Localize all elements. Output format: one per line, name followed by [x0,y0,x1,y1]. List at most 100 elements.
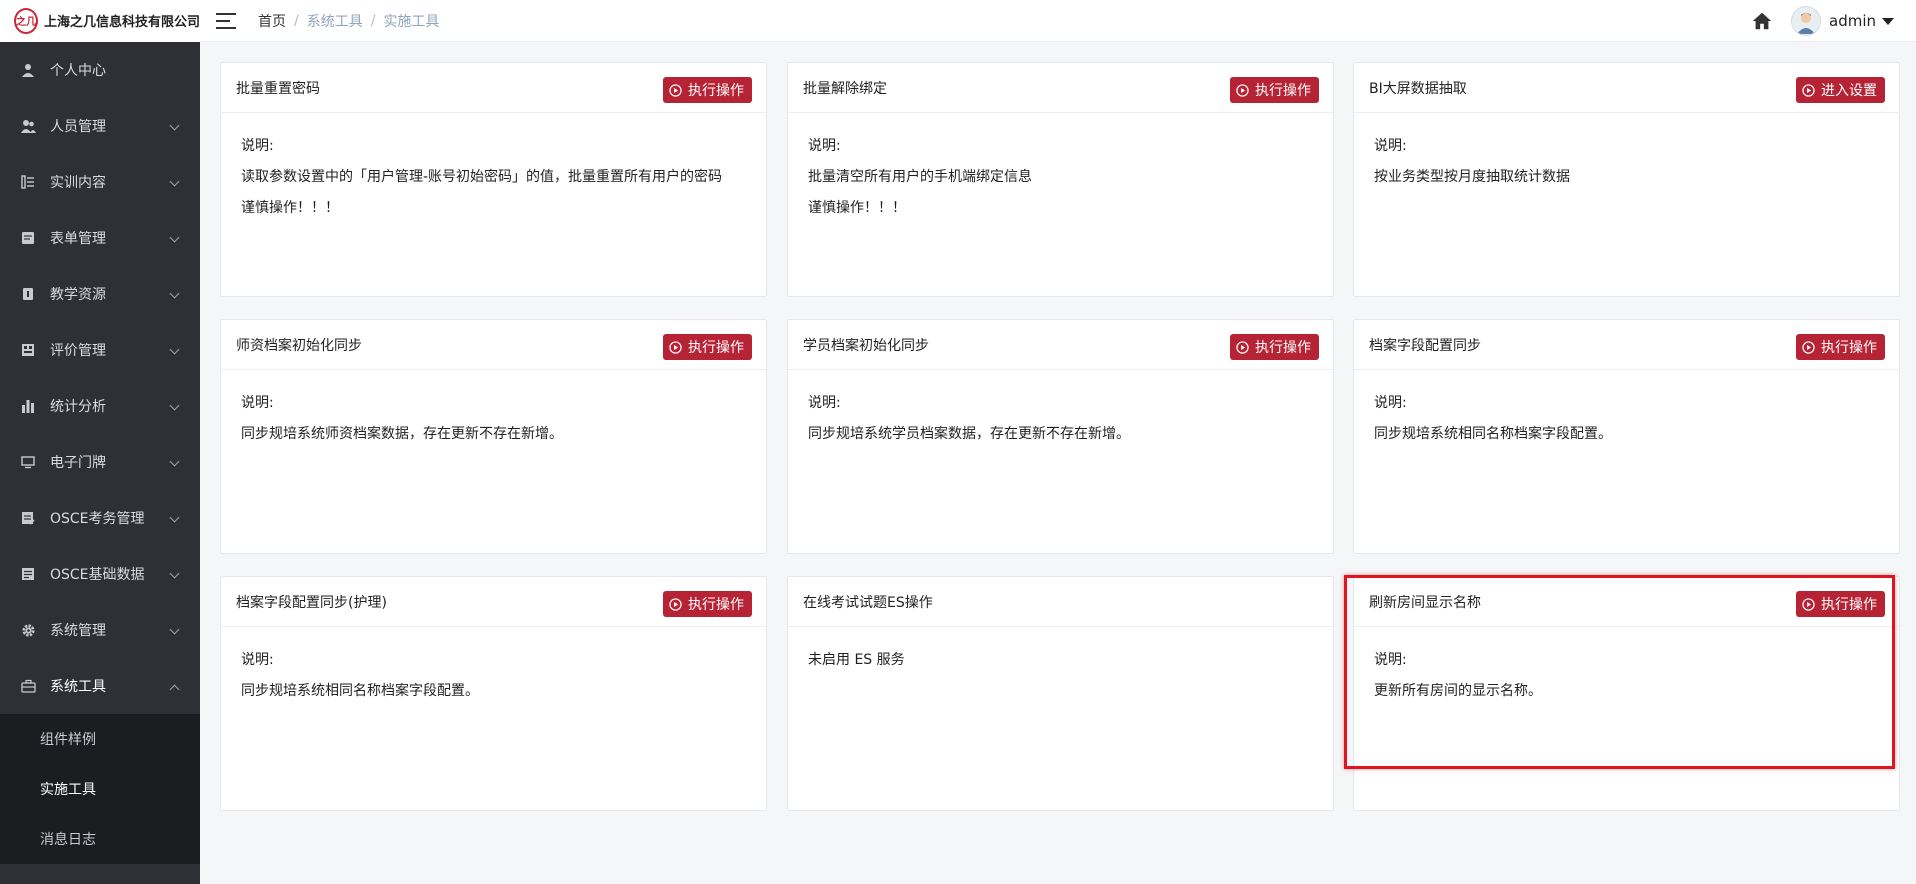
settings-button[interactable]: 进入设置 [1796,77,1885,103]
card-line: 谨慎操作！！！ [808,200,906,216]
card-line: 同步规培系统相同名称档案字段配置。 [1374,426,1612,442]
system-tools-submenu: 组件样例 实施工具 消息日志 [0,714,200,864]
card-body: 说明: 按业务类型按月度抽取统计数据 [1354,113,1899,193]
sidebar-item-label: OSCE基础数据 [50,567,145,583]
sidebar-item-label: 表单管理 [50,231,106,247]
sidebar-item-forms[interactable]: 表单管理 [0,210,200,266]
card-line: 说明: [808,138,841,154]
sidebar-item-system-tools[interactable]: 系统工具 [0,658,200,714]
logo-mark: 之几 [14,7,38,34]
card-title: 档案字段配置同步(护理) [236,594,387,611]
submenu-item-component-samples[interactable]: 组件样例 [0,714,200,764]
button-label: 执行操作 [688,340,744,356]
card-line: 同步规培系统师资档案数据，存在更新不存在新增。 [241,426,563,442]
chevron-down-icon [169,400,180,411]
play-circle-icon [1236,83,1249,97]
exam-icon [20,510,36,526]
execute-button[interactable]: 执行操作 [1796,591,1885,617]
logo[interactable]: 之几 上海之几信息科技有限公司 [0,0,200,42]
card-header: 批量重置密码 执行操作 [221,63,766,113]
sidebar-item-resources[interactable]: 教学资源 [0,266,200,322]
sidebar-item-label: 个人中心 [50,63,106,79]
execute-button[interactable]: 执行操作 [1230,77,1319,103]
user-icon [20,62,36,78]
card-exam-es-operation: 在线考试试题ES操作 未启用 ES 服务 [787,576,1334,811]
chevron-down-icon [169,120,180,131]
sidebar-item-training[interactable]: 实训内容 [0,154,200,210]
card-line: 批量清空所有用户的手机端绑定信息 [808,169,1032,185]
top-header: 之几 上海之几信息科技有限公司 首页 / 系统工具 / 实施工具 admin [0,0,1916,42]
avatar[interactable] [1791,6,1821,36]
play-circle-icon [1802,340,1815,354]
card-title: 刷新房间显示名称 [1369,594,1481,611]
card-header: 刷新房间显示名称 执行操作 [1354,577,1899,627]
card-line: 说明: [241,652,274,668]
main-content: 批量重置密码 执行操作 说明: 读取参数设置中的「用户管理-账号初始密码」的值，… [200,42,1916,884]
breadcrumb-system-tools[interactable]: 系统工具 [307,11,363,31]
card-body: 说明: 同步规培系统师资档案数据，存在更新不存在新增。 [221,370,766,450]
card-body: 说明: 读取参数设置中的「用户管理-账号初始密码」的值，批量重置所有用户的密码 … [221,113,766,224]
sidebar-item-osce-exam[interactable]: OSCE考务管理 [0,490,200,546]
card-batch-unbind: 批量解除绑定 执行操作 说明: 批量清空所有用户的手机端绑定信息 谨慎操作！！！ [787,62,1334,297]
card-line: 读取参数设置中的「用户管理-账号初始密码」的值，批量重置所有用户的密码 [241,169,723,185]
sidebar-toggle-icon[interactable] [216,12,236,29]
database-icon [20,566,36,582]
card-line: 说明: [241,138,274,154]
sidebar-item-label: 电子门牌 [50,455,106,471]
sidebar-item-statistics[interactable]: 统计分析 [0,378,200,434]
submenu-item-message-log[interactable]: 消息日志 [0,814,200,864]
play-circle-icon [1802,597,1815,611]
card-body: 说明: 批量清空所有用户的手机端绑定信息 谨慎操作！！！ [788,113,1333,224]
execute-button[interactable]: 执行操作 [663,77,752,103]
list-icon [20,174,36,190]
execute-button[interactable]: 执行操作 [663,591,752,617]
card-title: 师资档案初始化同步 [236,337,362,354]
sidebar-item-label: 统计分析 [50,399,106,415]
sidebar-item-personal-center[interactable]: 个人中心 [0,42,200,98]
card-header: 学员档案初始化同步 执行操作 [788,320,1333,370]
chevron-down-icon [169,288,180,299]
users-icon [20,118,36,134]
play-circle-icon [669,340,682,354]
chevron-down-icon[interactable] [1882,17,1894,25]
username[interactable]: admin [1829,12,1876,30]
breadcrumb-home[interactable]: 首页 [258,11,286,31]
breadcrumb: 首页 / 系统工具 / 实施工具 [258,11,440,31]
card-line: 谨慎操作！！！ [241,200,339,216]
button-label: 执行操作 [1255,83,1311,99]
card-student-archive-sync: 学员档案初始化同步 执行操作 说明: 同步规培系统学员档案数据，存在更新不存在新… [787,319,1334,554]
sidebar-item-system-admin[interactable]: 系统管理 [0,602,200,658]
card-header: 批量解除绑定 执行操作 [788,63,1333,113]
card-header: 档案字段配置同步(护理) 执行操作 [221,577,766,627]
card-archive-field-sync-nursing: 档案字段配置同步(护理) 执行操作 说明: 同步规培系统相同名称档案字段配置。 [220,576,767,811]
card-title: 档案字段配置同步 [1369,337,1481,354]
card-line: 说明: [241,395,274,411]
card-line: 按业务类型按月度抽取统计数据 [1374,169,1570,185]
evaluation-icon [20,342,36,358]
play-circle-icon [669,597,682,611]
submenu-item-implementation-tools[interactable]: 实施工具 [0,764,200,814]
execute-button[interactable]: 执行操作 [1230,334,1319,360]
card-header: 在线考试试题ES操作 [788,577,1333,627]
sidebar-item-osce-base[interactable]: OSCE基础数据 [0,546,200,602]
home-icon[interactable] [1751,10,1773,32]
sidebar-item-evaluation[interactable]: 评价管理 [0,322,200,378]
card-body: 说明: 同步规培系统相同名称档案字段配置。 [1354,370,1899,450]
sidebar-item-personnel[interactable]: 人员管理 [0,98,200,154]
card-line: 未启用 ES 服务 [808,652,905,668]
toolbox-icon [20,678,36,694]
chevron-up-icon [169,684,180,695]
monitor-icon [20,454,36,470]
chevron-down-icon [169,344,180,355]
button-label: 执行操作 [1255,340,1311,356]
sidebar: 个人中心 人员管理 实训内容 表单管理 教学资源 评价管理 统计分析 电子门牌 … [0,42,200,884]
execute-button[interactable]: 执行操作 [1796,334,1885,360]
header-right: admin [1751,0,1894,42]
bar-chart-icon [20,398,36,414]
button-label: 执行操作 [688,83,744,99]
sidebar-item-label: 教学资源 [50,287,106,303]
card-batch-reset-password: 批量重置密码 执行操作 说明: 读取参数设置中的「用户管理-账号初始密码」的值，… [220,62,767,297]
card-body: 说明: 同步规培系统相同名称档案字段配置。 [221,627,766,707]
sidebar-item-doorplate[interactable]: 电子门牌 [0,434,200,490]
execute-button[interactable]: 执行操作 [663,334,752,360]
